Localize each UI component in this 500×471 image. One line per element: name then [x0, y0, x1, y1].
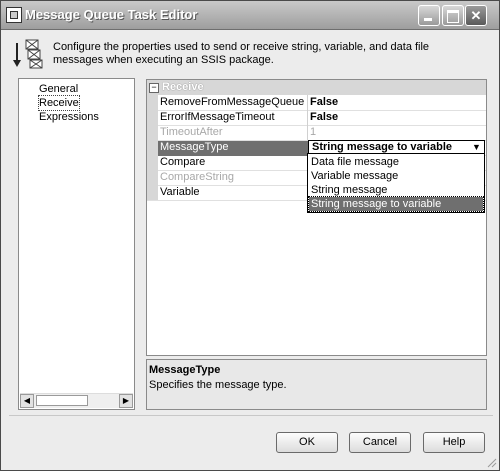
- row-gutter: [147, 155, 158, 170]
- scroll-right-icon[interactable]: ▶: [119, 394, 133, 408]
- row-gutter: [147, 95, 158, 110]
- footer-divider: [9, 415, 493, 416]
- property-name: MessageType: [158, 141, 308, 156]
- resize-grip-icon[interactable]: [487, 458, 497, 468]
- help-button[interactable]: Help: [423, 432, 485, 453]
- column-divider: [307, 95, 308, 110]
- property-name: ErrorIfMessageTimeout: [160, 111, 275, 123]
- property-value[interactable]: False: [310, 96, 480, 108]
- property-row-timeoutafter[interactable]: TimeoutAfter 1: [147, 125, 486, 141]
- category-receive[interactable]: − Receive: [147, 80, 486, 95]
- row-gutter: [147, 140, 158, 155]
- window-title: Message Queue Task Editor: [25, 7, 198, 22]
- dropdown-option[interactable]: Data file message: [309, 155, 483, 169]
- ok-button[interactable]: OK: [276, 432, 338, 453]
- row-gutter: [147, 110, 158, 125]
- window-app-icon: [6, 7, 22, 23]
- description-title: MessageType: [149, 364, 221, 376]
- column-divider: [307, 125, 308, 140]
- chevron-down-icon[interactable]: ▼: [471, 142, 482, 153]
- property-row-removefrommessagequeue[interactable]: RemoveFromMessageQueue False: [147, 95, 486, 111]
- horizontal-scrollbar[interactable]: ◀ ▶: [20, 393, 133, 408]
- nav-item-receive[interactable]: Receive: [38, 95, 80, 111]
- property-grid: − Receive RemoveFromMessageQueue False E…: [146, 79, 487, 356]
- scroll-left-icon[interactable]: ◀: [20, 394, 34, 408]
- description-text: Specifies the message type.: [149, 379, 287, 391]
- row-gutter: [147, 170, 158, 185]
- minimize-button[interactable]: [418, 5, 440, 26]
- maximize-button[interactable]: [442, 5, 464, 26]
- close-button[interactable]: ✕: [465, 5, 487, 26]
- page-navigation-list: General Receive Expressions ◀ ▶: [18, 78, 135, 410]
- row-gutter: [147, 125, 158, 140]
- dropdown-option[interactable]: Variable message: [309, 169, 483, 183]
- nav-item-expressions[interactable]: Expressions: [39, 110, 99, 124]
- property-value[interactable]: 1: [310, 126, 480, 138]
- cancel-button[interactable]: Cancel: [349, 432, 411, 453]
- property-name: Compare: [160, 156, 206, 168]
- property-row-errorifmessagetimeout[interactable]: ErrorIfMessageTimeout False: [147, 110, 486, 126]
- message-queue-icon: [13, 39, 43, 69]
- collapse-icon[interactable]: −: [149, 83, 159, 93]
- property-description-panel: MessageType Specifies the message type.: [146, 359, 487, 410]
- category-label: Receive: [162, 81, 204, 93]
- combobox-value: String message to variable: [312, 141, 452, 153]
- row-gutter: [147, 185, 158, 200]
- property-name: RemoveFromMessageQueue: [160, 96, 305, 108]
- dropdown-option[interactable]: String message: [309, 183, 483, 197]
- scroll-thumb[interactable]: [36, 395, 88, 406]
- title-bar[interactable]: Message Queue Task Editor ✕: [1, 1, 499, 30]
- messagetype-dropdown-list: Data file message Variable message Strin…: [307, 153, 485, 213]
- nav-item-general[interactable]: General: [39, 82, 78, 96]
- property-value[interactable]: False: [310, 111, 480, 123]
- property-name: CompareString: [160, 171, 234, 183]
- message-queue-task-editor-window: Message Queue Task Editor ✕ Configure th…: [0, 0, 500, 471]
- property-name: Variable: [160, 186, 200, 198]
- column-divider: [307, 110, 308, 125]
- header-description: Configure the properties used to send or…: [53, 41, 430, 66]
- property-name: TimeoutAfter: [160, 126, 223, 138]
- dropdown-option-selected[interactable]: String message to variable: [308, 196, 484, 212]
